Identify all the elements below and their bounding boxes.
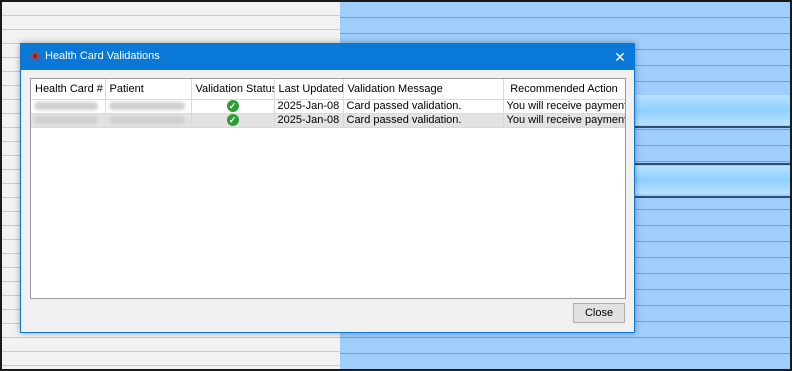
patient-cell-redacted [105,99,192,114]
column-header-validation-status[interactable]: Validation Status [191,79,275,100]
health-card-cell-redacted [31,99,106,114]
table-row[interactable]: ✓ 2025-Jan-08 Card passed validation. Yo… [31,99,625,114]
validation-status-cell: ✓ [191,99,275,114]
health-card-cell-redacted [31,113,106,128]
table-header-row: Health Card # Patient Validation Status … [31,79,625,100]
recommended-action-cell: You will receive payment for [503,99,625,114]
column-header-health-card[interactable]: Health Card # [31,79,106,100]
validation-message-cell: Card passed validation. [343,113,504,128]
recommended-action-cell: You will receive payment for [503,113,625,128]
column-header-recommended-action[interactable]: Recommended Action [503,79,625,100]
column-header-patient[interactable]: Patient [105,79,192,100]
column-header-last-updated[interactable]: Last Updated [274,79,344,100]
screen-frame: Health Card Validations ✕ Health Card # … [0,0,792,371]
close-button[interactable]: Close [573,303,625,323]
table-row[interactable]: ✓ 2025-Jan-08 Card passed validation. Yo… [31,113,625,128]
check-circle-icon: ✓ [226,114,239,127]
last-updated-cell: 2025-Jan-08 [274,99,344,114]
validations-table: Health Card # Patient Validation Status … [30,78,626,299]
check-circle-icon: ✓ [226,100,239,113]
column-header-validation-message[interactable]: Validation Message [343,79,504,100]
dialog-title: Health Card Validations [45,50,160,62]
validation-status-cell: ✓ [191,113,275,128]
patient-cell-redacted [105,113,192,128]
validation-message-cell: Card passed validation. [343,99,504,114]
health-card-validations-dialog: Health Card Validations ✕ Health Card # … [20,43,635,333]
app-logo-icon [29,50,41,62]
last-updated-cell: 2025-Jan-08 [274,113,344,128]
dialog-titlebar[interactable]: Health Card Validations ✕ [21,44,634,70]
close-icon[interactable]: ✕ [606,44,634,70]
